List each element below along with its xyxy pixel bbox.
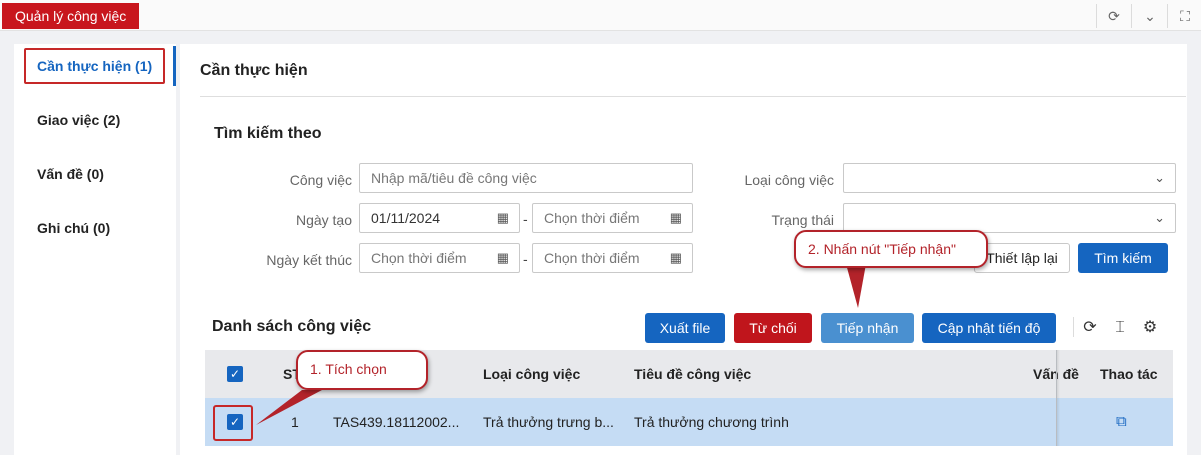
end-to-placeholder: Chọn thời điểm — [544, 250, 640, 266]
created-date-label: Ngày tạo — [295, 212, 352, 228]
calendar-icon: ▦ — [669, 250, 682, 265]
reset-button[interactable]: Thiết lập lại — [974, 243, 1070, 273]
created-from-value: 01/11/2024 — [371, 210, 441, 226]
calendar-icon: ▦ — [496, 210, 509, 225]
status-label: Trạng thái — [771, 212, 834, 228]
toolbar-divider — [1131, 4, 1132, 28]
fullscreen-icon[interactable]: ⛶ — [1174, 6, 1196, 26]
chevron-down-icon[interactable]: ⌄ — [1139, 6, 1161, 26]
divider — [200, 96, 1186, 97]
end-from-placeholder: Chọn thời điểm — [371, 250, 467, 266]
table-row[interactable]: ✓ 1 TAS439.18112002... Trả thưởng trưng … — [205, 398, 1173, 446]
app-tab[interactable]: Quản lý công việc — [2, 3, 140, 29]
calendar-icon: ▦ — [669, 210, 682, 225]
sticky-column-shadow — [1056, 350, 1060, 446]
column-height-icon[interactable]: ⌶ — [1109, 317, 1131, 339]
created-from-date-input[interactable]: 01/11/2024 ▦ — [359, 203, 520, 233]
column-header-title: Tiêu đề công việc — [634, 366, 752, 382]
date-range-separator: - — [523, 211, 528, 227]
accept-button[interactable]: Tiếp nhận — [821, 313, 914, 343]
task-search-input[interactable]: Nhập mã/tiêu đề công việc — [359, 163, 693, 193]
reject-button[interactable]: Từ chối — [734, 313, 812, 343]
refresh-icon[interactable]: ⟳ — [1103, 6, 1125, 26]
sidebar-item-giao-viec[interactable]: Giao việc (2) — [14, 98, 176, 142]
task-label: Công việc — [289, 172, 352, 188]
column-header-actions: Thao tác — [1100, 366, 1158, 382]
settings-icon[interactable]: ⚙ — [1139, 317, 1161, 339]
search-button[interactable]: Tìm kiếm — [1078, 243, 1168, 273]
end-date-label: Ngày kết thúc — [266, 252, 352, 268]
sidebar-item-label: Ghi chú (0) — [37, 220, 111, 236]
end-from-date-input[interactable]: Chọn thời điểm ▦ — [359, 243, 520, 273]
status-select[interactable]: ⌄ — [843, 203, 1176, 233]
chevron-down-icon: ⌄ — [1154, 170, 1165, 185]
cell-type: Trả thưởng trưng b... — [483, 414, 614, 430]
sidebar-item-label: Vấn đề (0) — [37, 166, 104, 182]
end-to-date-input[interactable]: Chọn thời điểm ▦ — [532, 243, 693, 273]
toolbar-divider — [1096, 4, 1097, 28]
cell-code: TAS439.18112002... — [333, 414, 460, 430]
highlight-box-sidebar — [24, 48, 165, 84]
created-to-placeholder: Chọn thời điểm — [544, 210, 640, 226]
chevron-down-icon: ⌄ — [1154, 210, 1165, 225]
view-detail-icon[interactable]: ⧉ — [1116, 398, 1127, 446]
calendar-icon: ▦ — [496, 250, 509, 265]
cell-title: Trả thưởng chương trình — [634, 414, 789, 430]
top-bar: Quản lý công việc ⟳ ⌄ ⛶ — [0, 0, 1201, 31]
sidebar-item-van-de[interactable]: Vấn đề (0) — [14, 152, 176, 196]
callout-step-2: 2. Nhấn nút "Tiếp nhận" — [794, 230, 988, 268]
sidebar-item-ghi-chu[interactable]: Ghi chú (0) — [14, 206, 176, 250]
refresh-icon[interactable]: ⟳ — [1079, 317, 1101, 339]
row-checkbox[interactable]: ✓ — [227, 414, 243, 430]
callout-step-1: 1. Tích chọn — [296, 350, 428, 390]
select-all-checkbox[interactable]: ✓ — [227, 366, 243, 382]
main-panel: Cần thực hiện Tìm kiếm theo Công việc Nh… — [180, 44, 1187, 455]
search-section-title: Tìm kiếm theo — [214, 125, 322, 142]
page-title: Cần thực hiện — [200, 62, 308, 79]
active-indicator — [173, 46, 176, 86]
toolbar-divider — [1167, 4, 1168, 28]
column-header-type: Loại công việc — [483, 366, 581, 382]
cell-stt: 1 — [291, 414, 299, 430]
date-range-separator: - — [523, 251, 528, 267]
export-button[interactable]: Xuất file — [645, 313, 725, 343]
sidebar-item-label: Giao việc (2) — [37, 112, 121, 128]
toolbar-divider — [1073, 317, 1074, 337]
task-type-label: Loại công việc — [744, 172, 834, 188]
list-title: Danh sách công việc — [212, 318, 372, 335]
sidebar: Cần thực hiện (1) Giao việc (2) Vấn đề (… — [14, 44, 176, 455]
update-progress-button[interactable]: Cập nhật tiến độ — [922, 313, 1056, 343]
created-to-date-input[interactable]: Chọn thời điểm ▦ — [532, 203, 693, 233]
task-type-select[interactable]: ⌄ — [843, 163, 1176, 193]
